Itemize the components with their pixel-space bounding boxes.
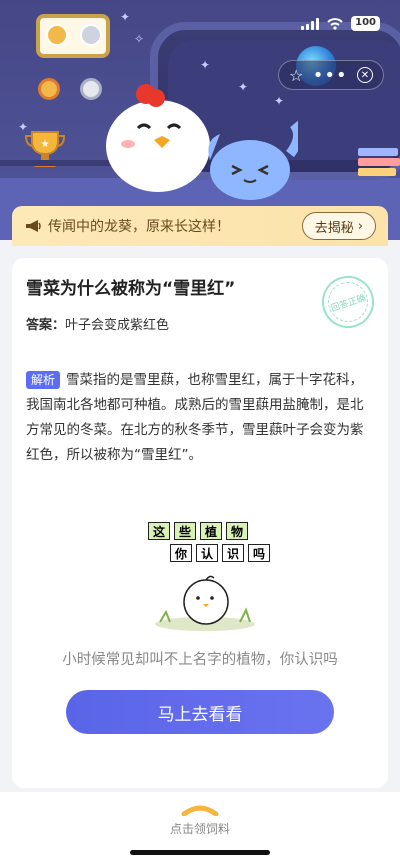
promo-banner[interactable]: 传闻中的龙葵，原来长这样！ 去揭秘 › [12,206,388,246]
more-icon[interactable]: ••• [313,65,348,86]
svg-text:★: ★ [41,139,50,150]
word-tile: 识 [222,544,244,562]
explanation-text: 雪菜指的是雪里蕻，也称雪里红，属于十字花科，我国南北各地都可种植。成熟后的雪里蕻… [26,372,364,463]
medal-icon [46,24,68,46]
word-tile: 这 [148,522,170,540]
question-title: 雪菜为什么被称为“雪里红” [26,279,236,299]
word-tile: 吗 [248,544,270,562]
medal-icon [38,78,60,100]
chevron-right-icon: › [357,218,363,234]
reveal-button[interactable]: 去揭秘 › [301,212,376,240]
correct-stamp: 回答正确 [315,269,381,335]
word-tile: 物 [226,522,248,540]
explanation: 解析 雪菜指的是雪里蕻，也称雪里红，属于十字花科，我国南北各地都可种植。成熟后的雪… [26,368,376,468]
chick-illustration [155,575,255,631]
medal-icon [80,78,102,100]
medal-frame [36,14,110,58]
word-tile: 些 [174,522,196,540]
close-icon[interactable]: ✕ [356,67,373,83]
answer-label: 答案： [26,318,66,333]
header-illustration: ✦ ✦ ✦ ✦ ✧ ✦ ★ ☆ ••• ✕ 100 [0,0,400,240]
blue-creature-mascot [208,120,298,200]
teaser-text: 小时候常见却叫不上名字的植物，你认识吗 [62,652,338,668]
bottom-bar[interactable]: 点击领饲料 [0,792,400,866]
go-see-button[interactable]: 马上去看看 [66,690,334,734]
books-illustration [358,148,400,180]
answer-text: 叶子会变成紫红色 [65,318,170,333]
chevron-up-icon[interactable] [180,802,220,816]
banner-text: 传闻中的龙葵，原来长这样！ [48,219,230,235]
medal-icon [80,24,102,46]
plants-quiz-illustration: 这 些 植 物 你 认 识 吗 [142,522,270,632]
analysis-tag: 解析 [26,371,61,389]
home-indicator [130,850,270,855]
battery-indicator: 100 [351,16,380,31]
status-bar: 100 [301,16,380,31]
answer-line: 答案：叶子会变成紫红色 [26,314,169,333]
wifi-icon [327,17,343,30]
word-tile: 认 [196,544,218,562]
star-icon[interactable]: ☆ [289,66,303,85]
word-tile: 植 [200,522,222,540]
megaphone-icon [26,220,41,232]
get-feed-label[interactable]: 点击领饲料 [0,820,400,837]
signal-icon [301,17,320,30]
word-tile: 你 [170,544,192,562]
answer-card: 雪菜为什么被称为“雪里红” 回答正确 答案：叶子会变成紫红色 解析 雪菜指的是雪里… [12,258,388,788]
mini-program-capsule[interactable]: ☆ ••• ✕ [278,60,384,90]
